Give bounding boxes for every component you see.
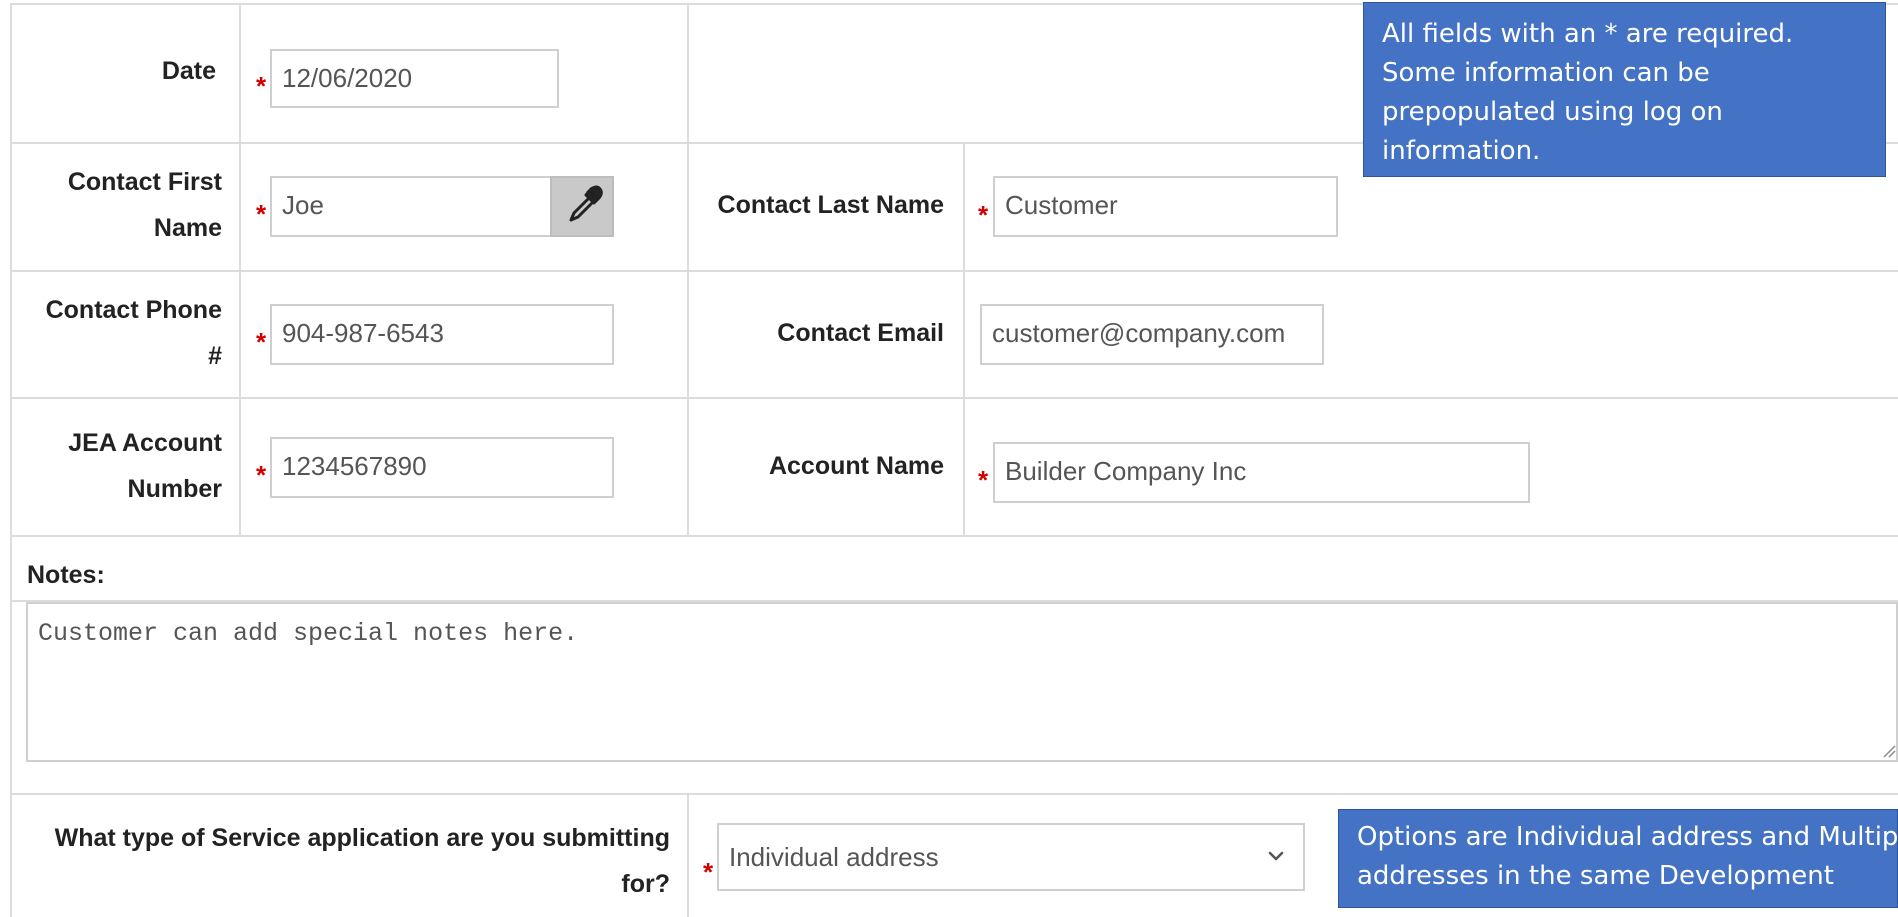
- date-label: Date: [161, 57, 216, 85]
- contact-email-input[interactable]: customer@company.com: [980, 304, 1324, 365]
- contact-phone-input[interactable]: 904-987-6543: [270, 304, 614, 365]
- required-marker: *: [256, 199, 267, 229]
- required-marker: *: [703, 857, 714, 887]
- required-marker: *: [256, 327, 267, 357]
- grid-line: [687, 3, 689, 535]
- account-number-input[interactable]: 1234567890: [270, 437, 614, 498]
- contact-first-name-label: Contact First Name: [67, 168, 222, 242]
- contact-phone-label: Contact Phone #: [45, 296, 222, 370]
- required-marker: *: [978, 465, 989, 495]
- grid-line: [10, 270, 1898, 272]
- required-fields-callout: All fields with an * are required. Some …: [1363, 2, 1886, 177]
- service-type-label: What type of Service application are you…: [54, 824, 670, 898]
- options-callout: Options are Individual address and Multi…: [1338, 809, 1898, 908]
- grid-line: [10, 3, 12, 917]
- grid-line: [10, 397, 1898, 399]
- required-marker: *: [978, 200, 989, 230]
- notes-textarea[interactable]: Customer can add special notes here.: [26, 602, 1898, 762]
- service-type-selected: Individual address: [729, 842, 939, 872]
- contact-first-name-input[interactable]: Joe: [270, 176, 552, 237]
- chevron-down-icon: [1268, 851, 1284, 861]
- contact-last-name-input[interactable]: Customer: [993, 176, 1338, 237]
- eyedropper-button[interactable]: [550, 176, 614, 237]
- account-name-label: Account Name: [768, 452, 944, 480]
- grid-line: [239, 3, 241, 535]
- notes-label: Notes:: [27, 561, 105, 589]
- grid-line: [10, 535, 1898, 537]
- resize-handle-icon[interactable]: [1880, 742, 1896, 758]
- required-marker: *: [256, 71, 267, 101]
- grid-line: [687, 793, 689, 917]
- date-input[interactable]: 12/06/2020: [270, 49, 559, 108]
- account-number-label: JEA Account Number: [68, 429, 222, 503]
- required-marker: *: [256, 460, 267, 490]
- account-name-input[interactable]: Builder Company Inc: [993, 442, 1530, 503]
- contact-last-name-label: Contact Last Name: [717, 191, 944, 219]
- grid-line: [963, 142, 965, 535]
- grid-line: [10, 793, 1898, 795]
- eyedropper-icon: [569, 185, 603, 222]
- service-type-select[interactable]: Individual address: [717, 823, 1305, 891]
- contact-email-label: Contact Email: [777, 319, 944, 347]
